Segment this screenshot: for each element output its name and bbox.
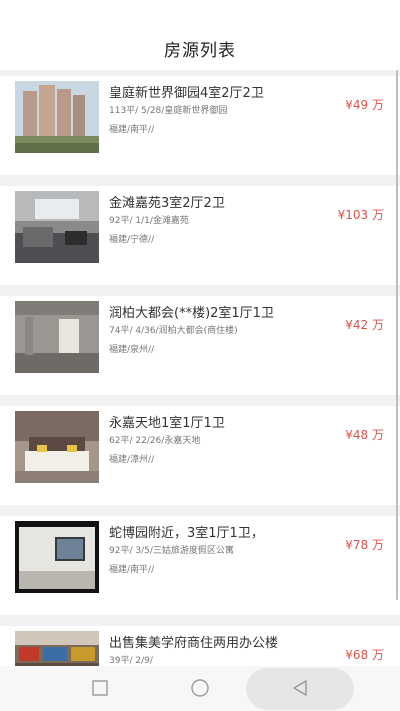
listing-details: 39平/ 2/9/ bbox=[109, 656, 153, 666]
building-photo-icon bbox=[15, 81, 99, 153]
listing-title: 蛇博园附近，3室1厅1卫， bbox=[109, 526, 264, 541]
listing-details: 74平/ 4/36/润柏大都会(商住楼) bbox=[109, 326, 238, 336]
divider bbox=[0, 505, 400, 516]
divider bbox=[0, 615, 400, 626]
listing-location: 福建/宁德// bbox=[109, 235, 155, 245]
listing-price: ¥78 万 bbox=[345, 538, 384, 552]
listing-title: 永嘉天地1室1厅1卫 bbox=[109, 416, 225, 431]
listing-thumbnail[interactable] bbox=[15, 191, 99, 263]
listing-thumbnail[interactable] bbox=[15, 631, 99, 666]
square-icon[interactable] bbox=[88, 676, 112, 700]
listing-title: 润柏大都会(**楼)2室1厅1卫 bbox=[109, 306, 274, 321]
listing-thumbnail[interactable] bbox=[15, 521, 99, 593]
listing-title: 出售集美学府商住两用办公楼 bbox=[109, 636, 279, 651]
listing-details: 92平/ 3/5/三姑旅游度假区公寓 bbox=[109, 546, 234, 556]
listing-location: 福建/南平// bbox=[109, 125, 155, 135]
list-item[interactable]: 润柏大都会(**楼)2室1厅1卫 74平/ 4/36/润柏大都会(商住楼) 福建… bbox=[0, 296, 400, 395]
listing-location: 福建/漳州// bbox=[109, 455, 155, 465]
listing-price: ¥49 万 bbox=[345, 98, 384, 112]
divider bbox=[0, 175, 400, 186]
system-navbar bbox=[0, 666, 400, 711]
listing-price: ¥68 万 bbox=[345, 648, 384, 662]
listing-price: ¥48 万 bbox=[345, 428, 384, 442]
listing-list[interactable]: 皇庭新世界御园4室2厅2卫 113平/ 5/28/皇庭新世界御园 福建/南平//… bbox=[0, 70, 400, 666]
divider bbox=[0, 285, 400, 296]
scrollbar[interactable] bbox=[396, 70, 398, 600]
listing-details: 113平/ 5/28/皇庭新世界御园 bbox=[109, 106, 228, 116]
listing-thumbnail[interactable] bbox=[15, 411, 99, 483]
listing-title: 金滩嘉苑3室2厅2卫 bbox=[109, 196, 225, 211]
page-title: 房源列表 bbox=[164, 41, 236, 61]
listing-details: 92平/ 1/1/金滩嘉苑 bbox=[109, 216, 189, 226]
list-item[interactable]: 出售集美学府商住两用办公楼 39平/ 2/9/ ¥68 万 bbox=[0, 626, 400, 666]
apartment-photo-icon bbox=[15, 521, 99, 593]
divider bbox=[0, 395, 400, 406]
list-item[interactable]: 皇庭新世界御园4室2厅2卫 113平/ 5/28/皇庭新世界御园 福建/南平//… bbox=[0, 76, 400, 175]
listing-location: 福建/泉州// bbox=[109, 345, 155, 355]
listing-location: 福建/南平// bbox=[109, 565, 155, 575]
listing-thumbnail[interactable] bbox=[15, 301, 99, 373]
listing-price: ¥103 万 bbox=[337, 208, 384, 222]
list-item[interactable]: 蛇博园附近，3室1厅1卫， 92平/ 3/5/三姑旅游度假区公寓 福建/南平//… bbox=[0, 516, 400, 615]
listing-details: 62平/ 22/26/永嘉天地 bbox=[109, 436, 201, 446]
room-photo-icon bbox=[15, 301, 99, 373]
list-item[interactable]: 金滩嘉苑3室2厅2卫 92平/ 1/1/金滩嘉苑 福建/宁德// ¥103 万 bbox=[0, 186, 400, 285]
storefront-photo-icon bbox=[15, 631, 99, 666]
listing-thumbnail[interactable] bbox=[15, 81, 99, 153]
circle-icon[interactable] bbox=[188, 676, 212, 700]
listing-price: ¥42 万 bbox=[345, 318, 384, 332]
interior-photo-icon bbox=[15, 191, 99, 263]
app-header: 房源列表 bbox=[0, 0, 400, 70]
listing-title: 皇庭新世界御园4室2厅2卫 bbox=[109, 86, 264, 101]
back-triangle-icon[interactable] bbox=[288, 676, 312, 700]
list-item[interactable]: 永嘉天地1室1厅1卫 62平/ 22/26/永嘉天地 福建/漳州// ¥48 万 bbox=[0, 406, 400, 505]
bedroom-photo-icon bbox=[15, 411, 99, 483]
